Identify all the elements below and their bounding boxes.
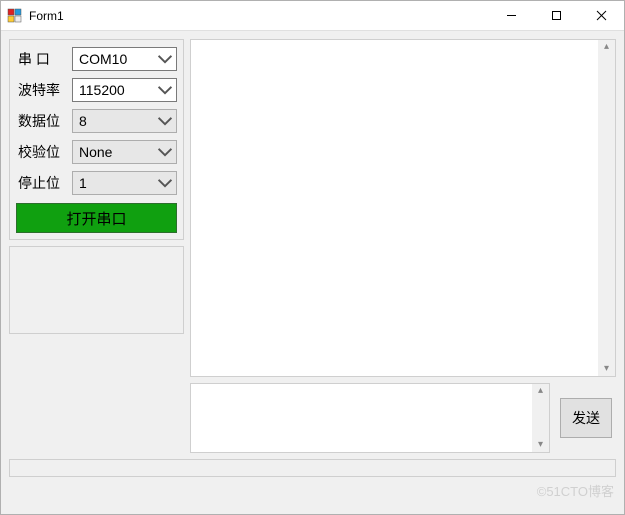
- close-button[interactable]: [579, 1, 624, 30]
- send-button-wrap: 发送: [556, 383, 616, 453]
- scroll-down-icon: ▾: [538, 440, 543, 450]
- minimize-button[interactable]: [489, 1, 534, 30]
- status-box: [9, 246, 184, 334]
- chevron-down-icon: [157, 82, 173, 98]
- parity-row: 校验位 None: [16, 139, 177, 164]
- parity-combobox[interactable]: None: [72, 140, 177, 164]
- open-port-label: 打开串口: [66, 208, 126, 229]
- open-port-button[interactable]: 打开串口: [16, 203, 177, 233]
- window-title: Form1: [29, 9, 64, 23]
- databits-value: 8: [79, 113, 87, 129]
- databits-row: 数据位 8: [16, 108, 177, 133]
- send-textarea[interactable]: ▴ ▾: [190, 383, 550, 453]
- serial-config-group: 串 口 COM10 波特率 115200: [9, 39, 184, 240]
- baud-label: 波特率: [16, 80, 72, 100]
- application-window: Form1 串 口 COM10: [0, 0, 625, 515]
- databits-label: 数据位: [16, 111, 72, 131]
- bottom-bar: [9, 459, 616, 477]
- chevron-down-icon: [157, 144, 173, 160]
- maximize-button[interactable]: [534, 1, 579, 30]
- send-button-label: 发送: [572, 408, 600, 428]
- port-combobox[interactable]: COM10: [72, 47, 177, 71]
- parity-label: 校验位: [16, 142, 72, 162]
- baud-row: 波特率 115200: [16, 77, 177, 102]
- top-row: 串 口 COM10 波特率 115200: [9, 39, 616, 377]
- send-scrollbar[interactable]: ▴ ▾: [532, 384, 549, 452]
- parity-value: None: [79, 144, 112, 160]
- port-label: 串 口: [16, 49, 72, 69]
- send-row: ▴ ▾ 发送: [9, 383, 616, 453]
- app-icon: [7, 8, 23, 24]
- port-value: COM10: [79, 51, 127, 67]
- send-button[interactable]: 发送: [560, 398, 612, 438]
- left-column: 串 口 COM10 波特率 115200: [9, 39, 184, 377]
- databits-combobox[interactable]: 8: [72, 109, 177, 133]
- send-spacer: [9, 383, 184, 453]
- chevron-down-icon: [157, 113, 173, 129]
- scroll-up-icon: ▴: [538, 386, 543, 396]
- scroll-up-icon: ▴: [604, 42, 609, 52]
- stopbits-label: 停止位: [16, 173, 72, 193]
- baud-value: 115200: [79, 82, 125, 98]
- scroll-down-icon: ▾: [604, 364, 609, 374]
- baud-combobox[interactable]: 115200: [72, 78, 177, 102]
- port-row: 串 口 COM10: [16, 46, 177, 71]
- stopbits-value: 1: [79, 175, 87, 191]
- client-area: 串 口 COM10 波特率 115200: [1, 31, 624, 514]
- titlebar: Form1: [1, 1, 624, 31]
- chevron-down-icon: [157, 175, 173, 191]
- stopbits-row: 停止位 1: [16, 170, 177, 195]
- receive-textarea[interactable]: ▴ ▾: [190, 39, 616, 377]
- receive-scrollbar[interactable]: ▴ ▾: [598, 40, 615, 376]
- stopbits-combobox[interactable]: 1: [72, 171, 177, 195]
- window-controls: [489, 1, 624, 30]
- chevron-down-icon: [157, 51, 173, 67]
